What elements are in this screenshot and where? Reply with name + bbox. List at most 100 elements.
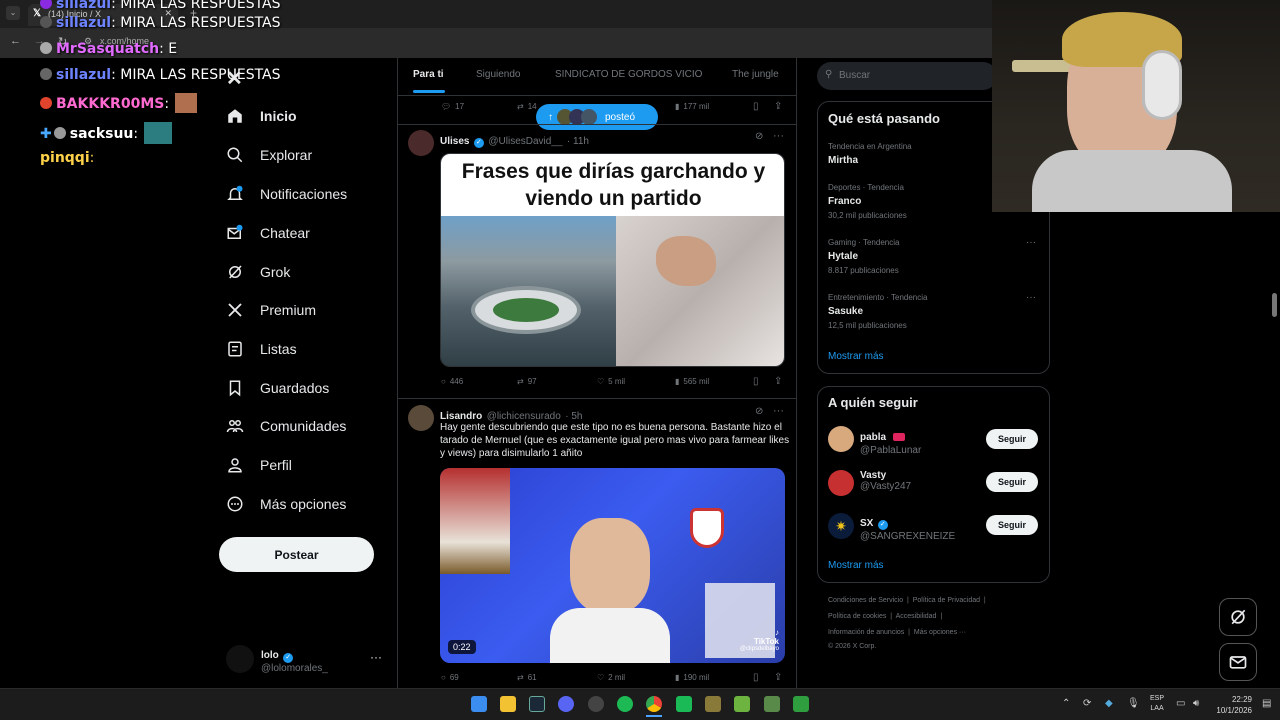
post-handle[interactable]: @UlisesDavid__	[488, 136, 562, 147]
trend-item[interactable]: Tendencia en Argentina Mirtha	[828, 142, 912, 166]
reply-button[interactable]: ○ 446	[441, 377, 463, 386]
follow-suggestion[interactable]: Vasty @Vasty247	[860, 470, 911, 492]
app-icon[interactable]	[705, 696, 721, 712]
microphone-icon[interactable]: 🎙︎	[1127, 698, 1140, 709]
avatar[interactable]	[828, 470, 854, 496]
grok-icon[interactable]: ⊘	[755, 406, 763, 417]
post-author[interactable]: Ulises	[440, 136, 469, 147]
grok-icon[interactable]: ⊘	[755, 131, 763, 142]
trend-item[interactable]: Gaming · Tendencia Hytale 8.817 publicac…	[828, 238, 899, 275]
show-more-trends-link[interactable]: Mostrar más	[828, 351, 884, 362]
post-time[interactable]: 11h	[573, 136, 589, 147]
views-button[interactable]: ▮ 177 mil	[675, 102, 709, 111]
sidebar-item-listas[interactable]: Listas	[226, 334, 297, 364]
language-indicator[interactable]: ESP LAA	[1150, 694, 1164, 714]
avatar[interactable]	[408, 130, 434, 156]
retweet-button[interactable]: ⇄ 61	[517, 673, 537, 682]
sidebar-item-inicio[interactable]: Inicio	[226, 101, 297, 131]
spotify-icon[interactable]	[617, 696, 633, 712]
chevron-up-icon[interactable]: ⌃	[1062, 698, 1070, 709]
avatar[interactable]	[408, 405, 434, 431]
grok-floating-button[interactable]	[1219, 598, 1257, 636]
bookmark-icon[interactable]: ▯	[753, 376, 759, 387]
volume-icon[interactable]: 🔊︎	[1193, 698, 1199, 709]
more-icon[interactable]: ···	[773, 405, 784, 417]
footer-link[interactable]: Condiciones de Servicio	[828, 597, 903, 604]
sidebar-item-comunidades[interactable]: Comunidades	[226, 411, 346, 441]
share-icon[interactable]: ⇪	[774, 672, 782, 683]
more-icon[interactable]: ···	[370, 650, 382, 664]
sidebar-item-guardados[interactable]: Guardados	[226, 373, 329, 403]
x-logo-icon[interactable]: ✕	[226, 66, 243, 91]
follow-button[interactable]: Seguir	[986, 429, 1038, 449]
chat-line: BAKKKR00MS:	[40, 93, 198, 113]
follow-suggestion[interactable]: pabla @PablaLunar	[860, 427, 921, 456]
trend-more-icon[interactable]: ···	[1026, 292, 1036, 303]
trend-more-icon[interactable]: ···	[1026, 237, 1036, 248]
post-video[interactable]: 0:22 ♪ TikTok @clipsdelbayo	[440, 468, 785, 663]
steam-icon[interactable]	[529, 696, 545, 712]
retweet-button[interactable]: ⇄ 14	[517, 102, 537, 111]
sidebar-item-perfil[interactable]: Perfil	[226, 450, 292, 480]
tab-the-jungle[interactable]: The jungle	[732, 69, 779, 80]
like-button[interactable]: ♡ 2 mil	[597, 673, 625, 682]
chrome-icon[interactable]	[646, 696, 662, 712]
back-icon[interactable]: ←	[10, 35, 21, 47]
start-icon[interactable]	[471, 696, 487, 712]
discord-icon[interactable]	[558, 696, 574, 712]
app-icon[interactable]	[588, 696, 604, 712]
trend-item[interactable]: Deportes · Tendencia Franco 30,2 mil pub…	[828, 183, 907, 220]
tab-menu-icon[interactable]: ⌄	[6, 6, 20, 20]
post-button[interactable]: Postear	[219, 537, 374, 572]
more-icon[interactable]: ···	[773, 130, 784, 142]
footer-link[interactable]: Más opciones ···	[914, 629, 966, 636]
avatar[interactable]	[828, 426, 854, 452]
network-icon[interactable]: ▭	[1176, 698, 1185, 709]
reply-button[interactable]: 💬︎ 17	[441, 102, 464, 111]
sidebar-item-chatear[interactable]: Chatear	[226, 218, 310, 248]
show-more-follow-link[interactable]: Mostrar más	[828, 560, 884, 571]
footer-link[interactable]: Política de cookies	[828, 613, 886, 620]
views-button[interactable]: ▮ 190 mil	[675, 673, 709, 682]
messages-floating-button[interactable]	[1219, 643, 1257, 681]
app-icon[interactable]	[764, 696, 780, 712]
tab-sindicato[interactable]: SINDICATO DE GORDOS VICIO	[555, 69, 702, 80]
sidebar-item-notificaciones[interactable]: Notificaciones	[226, 179, 347, 209]
kick-icon[interactable]	[676, 696, 692, 712]
reply-button[interactable]: ○ 69	[441, 673, 459, 682]
avatar[interactable]: ✷	[828, 513, 854, 539]
sidebar-item-explorar[interactable]: Explorar	[226, 140, 312, 170]
share-icon[interactable]: ⇪	[774, 376, 782, 387]
footer-link[interactable]: Información de anuncios	[828, 629, 904, 636]
footer-link[interactable]: Política de Privacidad	[913, 597, 980, 604]
avatar[interactable]	[226, 645, 254, 673]
tab-para-ti[interactable]: Para ti	[413, 69, 444, 80]
share-icon[interactable]: ⇪	[774, 101, 782, 112]
retweet-button[interactable]: ⇄ 97	[517, 377, 537, 386]
sidebar-item-grok[interactable]: Grok	[226, 257, 290, 287]
follow-button[interactable]: Seguir	[986, 472, 1038, 492]
clock[interactable]: 22:29 10/1/2026	[1212, 694, 1252, 716]
sidebar-item-mas-opciones[interactable]: Más opciones	[226, 489, 346, 519]
search-input[interactable]: ⚲ Buscar	[817, 62, 997, 90]
sidebar-item-premium[interactable]: Premium	[226, 295, 316, 325]
scrollbar-thumb[interactable]	[1272, 293, 1277, 317]
tab-siguiendo[interactable]: Siguiendo	[476, 69, 520, 80]
tray-icon[interactable]: ⟳	[1083, 698, 1091, 709]
app-icon[interactable]	[793, 696, 809, 712]
notification-icon[interactable]: ▤	[1262, 698, 1271, 709]
bookmark-icon[interactable]: ▯	[753, 101, 759, 112]
file-explorer-icon[interactable]	[500, 696, 516, 712]
post-image[interactable]: Frases que dirías garchando y viendo un …	[440, 153, 785, 367]
views-button[interactable]: ▮ 565 mil	[675, 377, 709, 386]
new-posts-pill[interactable]: ↑ posteó	[536, 104, 658, 130]
trend-item[interactable]: Entretenimiento · Tendencia Sasuke 12,5 …	[828, 293, 927, 330]
minecraft-icon[interactable]	[734, 696, 750, 712]
follow-button[interactable]: Seguir	[986, 515, 1038, 535]
bookmark-icon[interactable]: ▯	[753, 672, 759, 683]
follow-suggestion[interactable]: SX ✓ @SANGREXENEIZE	[860, 513, 955, 542]
tray-icon[interactable]: ◆	[1105, 698, 1113, 709]
footer-link[interactable]: Accesibilidad	[896, 613, 937, 620]
account-switcher[interactable]: lolo ✓ @lolomorales_	[261, 645, 328, 674]
like-button[interactable]: ♡ 5 mil	[597, 377, 625, 386]
